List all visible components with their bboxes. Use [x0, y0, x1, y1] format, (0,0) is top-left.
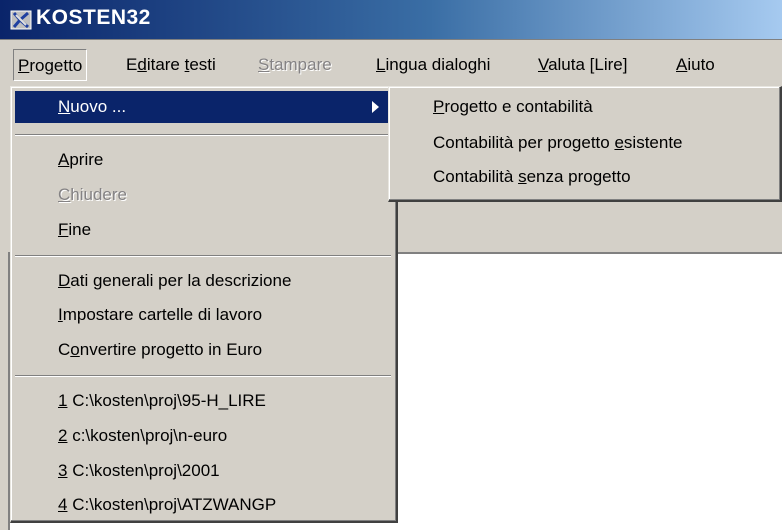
menu-item-label: rogetto e contabilità	[444, 97, 593, 116]
menu-item-convertire-euro[interactable]: Convertire progetto in Euro	[15, 334, 391, 366]
menu-separator	[15, 134, 391, 136]
menu-item-dati-generali[interactable]: Dati generali per la descrizione	[15, 265, 391, 297]
progetto-menu: Nuovo ... Aprire Chiudere Fine Dati gene…	[10, 86, 398, 523]
menu-item-label: C:\kosten\proj\2001	[67, 461, 220, 480]
menu-progetto[interactable]: Progetto	[13, 49, 88, 81]
menu-item-recent-4[interactable]: 4 C:\kosten\proj\ATZWANGP	[15, 489, 391, 521]
submenu-item-contabilita-esistente[interactable]: Contabilità per progetto esistente	[393, 127, 777, 159]
accelerator-key: V	[538, 55, 549, 74]
submenu-item-contabilita-senza-progetto[interactable]: Contabilità senza progetto	[393, 161, 777, 193]
accelerator-key: d	[137, 55, 147, 74]
nuovo-submenu: Progetto e contabilità Contabilità per p…	[388, 86, 782, 202]
menu-item-fine[interactable]: Fine	[15, 214, 391, 246]
menu-item-recent-3[interactable]: 3 C:\kosten\proj\2001	[15, 455, 391, 487]
menu-item-label: c:\kosten\proj\n-euro	[67, 426, 228, 445]
menu-item-label: nvertire progetto in Euro	[79, 340, 263, 359]
menu-label: tampare	[269, 55, 332, 74]
menu-item-aprire[interactable]: Aprire	[15, 144, 391, 176]
accelerator-key: A	[58, 150, 70, 169]
accelerator-key: P	[433, 97, 445, 116]
menu-label: esti	[189, 55, 216, 74]
window-title: KOSTEN32	[36, 6, 151, 29]
menu-item-label: Contabilità per progetto	[433, 133, 615, 152]
accelerator-key: A	[676, 55, 688, 74]
accelerator-key: C	[58, 185, 71, 204]
menu-item-label: enza progetto	[526, 167, 631, 186]
accelerator-key: F	[58, 220, 69, 239]
menu-lingua-dialoghi[interactable]: Lingua dialoghi	[372, 49, 494, 81]
menu-item-label: sistente	[623, 133, 683, 152]
accelerator-key: S	[258, 55, 270, 74]
menu-item-chiudere[interactable]: Chiudere	[15, 179, 391, 211]
accelerator-key: D	[58, 271, 71, 290]
menu-stampare[interactable]: Stampare	[254, 49, 336, 81]
title-bar: KOSTEN32	[0, 0, 782, 40]
menu-label: E	[126, 55, 138, 74]
menu-item-label: mpostare cartelle di lavoro	[62, 305, 263, 324]
accelerator-key: o	[70, 340, 80, 359]
menu-item-label: ine	[68, 220, 92, 239]
menu-label: iuto	[687, 55, 715, 74]
menu-item-label: prire	[69, 150, 104, 169]
menu-label: itare	[146, 55, 185, 74]
app-icon	[10, 10, 32, 30]
menu-item-recent-1[interactable]: 1 C:\kosten\proj\95-H_LIRE	[15, 385, 391, 417]
submenu-arrow-icon	[372, 101, 379, 113]
menu-separator	[15, 375, 391, 377]
accelerator-key: N	[58, 97, 71, 116]
menu-item-label: C:\kosten\proj\95-H_LIRE	[67, 391, 266, 410]
menu-item-label: Contabilità	[433, 167, 519, 186]
menu-item-label: hiudere	[70, 185, 127, 204]
menu-item-label: uovo ...	[70, 97, 127, 116]
submenu-item-progetto-contabilita[interactable]: Progetto e contabilità	[393, 91, 777, 123]
menu-item-label: C	[58, 340, 71, 359]
menu-item-nuovo[interactable]: Nuovo ...	[15, 91, 391, 123]
accelerator-key: e	[614, 133, 624, 152]
accelerator-key: s	[518, 167, 527, 186]
menu-item-cartelle-lavoro[interactable]: Impostare cartelle di lavoro	[15, 299, 391, 331]
accelerator-key: P	[18, 56, 30, 75]
menu-separator	[15, 255, 391, 257]
menu-aiuto[interactable]: Aiuto	[672, 49, 719, 81]
menu-label: aluta [Lire]	[548, 55, 628, 74]
menu-item-recent-2[interactable]: 2 c:\kosten\proj\n-euro	[15, 420, 391, 452]
menu-valuta[interactable]: Valuta [Lire]	[534, 49, 631, 81]
menu-item-label: C:\kosten\proj\ATZWANGP	[67, 495, 277, 514]
menu-label: ingua dialoghi	[385, 55, 491, 74]
menu-item-label: ati generali per la descrizione	[70, 271, 292, 290]
menu-label: rogetto	[29, 56, 83, 75]
menu-editare-testi[interactable]: Editare testi	[122, 49, 220, 81]
menu-bar: Progetto Editare testi Stampare Lingua d…	[0, 40, 782, 89]
